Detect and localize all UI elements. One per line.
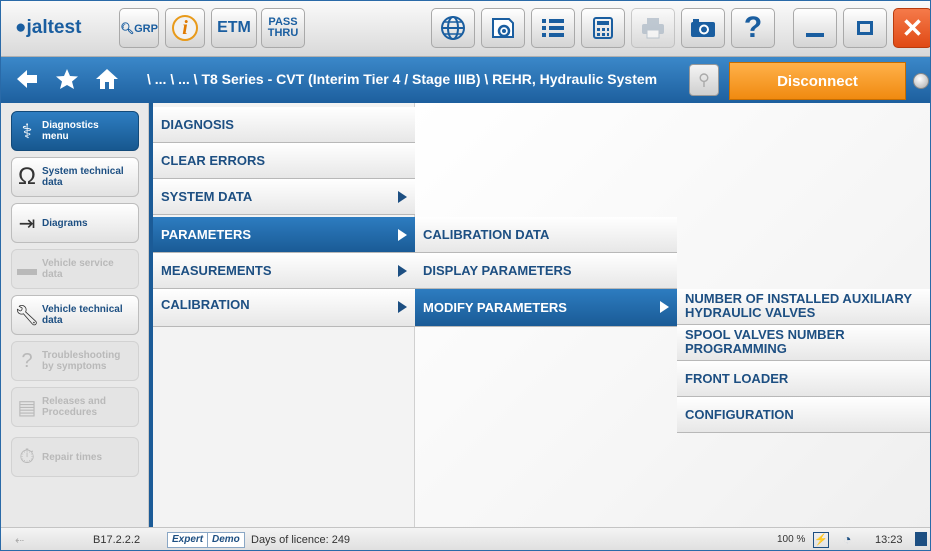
sidebar-item-label: Repair times bbox=[42, 451, 103, 463]
sidebar-item-label: Vehicle technical data bbox=[42, 304, 123, 326]
oil-can-icon: ▬ bbox=[17, 257, 37, 280]
breadcrumb: \ ... \ ... \ T8 Series - CVT (Interim T… bbox=[147, 71, 658, 87]
stopwatch-icon: ⏱ bbox=[19, 445, 35, 468]
list-icon bbox=[542, 19, 564, 37]
menu-item-number-of-installed-auxiliary-hydraulic-valves[interactable]: NUMBER OF INSTALLED AUXILIARY HYDRAULIC V… bbox=[677, 289, 930, 325]
pass-thru-button[interactable]: PASS THRU bbox=[261, 8, 305, 48]
version-label: B17.2.2.2 bbox=[93, 534, 141, 546]
chevron-right-icon bbox=[398, 191, 407, 203]
app-window: ●jaltest 🔍︎GRP i ETM PASS THRU ? ✕ \ ...… bbox=[0, 0, 931, 551]
disconnect-button[interactable]: Disconnect bbox=[729, 62, 906, 100]
sidebar-item-label: Troubleshooting by symptoms bbox=[42, 350, 121, 372]
print-button[interactable] bbox=[631, 8, 675, 48]
zoom-level: 100 % bbox=[777, 534, 806, 545]
jaltest-logo: ●jaltest bbox=[15, 17, 82, 38]
minimize-icon bbox=[806, 33, 824, 37]
web-button[interactable] bbox=[431, 8, 475, 48]
menu-item-spool-valves-number-programming[interactable]: SPOOL VALVES NUMBER PROGRAMMING bbox=[677, 325, 930, 361]
chevron-right-icon bbox=[398, 265, 407, 277]
sidebar-item-label: Releases and Procedures bbox=[42, 396, 106, 418]
menu-item-parameters[interactable]: PARAMETERS bbox=[153, 217, 415, 253]
menu-item-configuration[interactable]: CONFIGURATION bbox=[677, 397, 930, 433]
status-bar: ⇠ B17.2.2.2 Expert Demo Days of licence:… bbox=[1, 527, 930, 550]
calendar-icon bbox=[915, 532, 927, 546]
calculator-button[interactable] bbox=[581, 8, 625, 48]
back-arrow-icon[interactable] bbox=[15, 68, 39, 95]
sidebar-item-label: System technical data bbox=[42, 166, 124, 188]
sidebar-item-troubleshooting[interactable]: ? Troubleshooting by symptoms bbox=[11, 341, 139, 381]
usb-icon: ⇠ bbox=[15, 535, 25, 547]
maximize-icon bbox=[857, 21, 873, 35]
stethoscope-icon: ⚕ bbox=[21, 120, 33, 143]
menu-item-diagnosis[interactable]: DIAGNOSIS bbox=[153, 107, 415, 143]
info-icon: i bbox=[172, 15, 198, 41]
etm-button[interactable]: ETM bbox=[211, 8, 257, 48]
menu-item-calibration-data[interactable]: CALIBRATION DATA bbox=[415, 217, 677, 253]
wrench-gear-icon: 🔧︎ bbox=[14, 304, 40, 327]
sidebar-item-diagnostics-menu[interactable]: ⚕ Diagnostics menu bbox=[11, 111, 139, 151]
plug-icon: ⚲ bbox=[698, 72, 710, 89]
battery-icon: ⚡ bbox=[813, 532, 829, 548]
favorites-star-icon[interactable] bbox=[55, 68, 79, 95]
chevron-right-icon bbox=[398, 229, 407, 241]
calculator-icon bbox=[593, 17, 613, 39]
sidebar-item-repair-times[interactable]: ⏱ Repair times bbox=[11, 437, 139, 477]
menu-item-calibration[interactable]: CALIBRATION bbox=[153, 289, 415, 327]
grp-label: 🔍︎GRP bbox=[120, 22, 158, 35]
close-button[interactable]: ✕ bbox=[893, 8, 930, 48]
preview-button[interactable] bbox=[481, 8, 525, 48]
menu-item-front-loader[interactable]: FRONT LOADER bbox=[677, 361, 930, 397]
menu-item-clear-errors[interactable]: CLEAR ERRORS bbox=[153, 143, 415, 179]
camera-icon bbox=[691, 19, 715, 37]
eye-icon bbox=[492, 18, 514, 38]
clock-time: 13:23 bbox=[875, 534, 903, 546]
sidebar-item-system-technical-data[interactable]: Ω System technical data bbox=[11, 157, 139, 197]
diagram-icon: ⇥ bbox=[18, 212, 36, 235]
document-gear-icon: ▤ bbox=[17, 396, 37, 419]
menu-item-modify-parameters[interactable]: MODIFY PARAMETERS bbox=[415, 289, 677, 327]
menu-item-system-data[interactable]: SYSTEM DATA bbox=[153, 179, 415, 215]
chevron-right-icon bbox=[660, 301, 669, 313]
web-icon bbox=[441, 16, 465, 40]
pass-thru-label: PASS THRU bbox=[267, 16, 299, 39]
connector-button[interactable]: ⚲ bbox=[689, 64, 719, 96]
camera-button[interactable] bbox=[681, 8, 725, 48]
sidebar-item-releases-and-procedures[interactable]: ▤ Releases and Procedures bbox=[11, 387, 139, 427]
sidebar-item-label: Diagrams bbox=[42, 217, 88, 229]
sidebar-item-vehicle-service-data[interactable]: ▬ Vehicle service data bbox=[11, 249, 139, 289]
sidebar-item-label: Diagnostics menu bbox=[42, 120, 99, 142]
maximize-button[interactable] bbox=[843, 8, 887, 48]
minimize-button[interactable] bbox=[793, 8, 837, 48]
sidebar-item-diagrams[interactable]: ⇥ Diagrams bbox=[11, 203, 139, 243]
chevron-right-icon bbox=[398, 301, 407, 313]
info-button[interactable]: i bbox=[165, 8, 205, 48]
wifi-icon: ◔ bbox=[843, 531, 852, 547]
grp-button[interactable]: 🔍︎GRP bbox=[119, 8, 159, 48]
home-icon[interactable] bbox=[95, 68, 119, 95]
menu-item-display-parameters[interactable]: DISPLAY PARAMETERS bbox=[415, 253, 677, 289]
help-icon: ? bbox=[743, 11, 763, 44]
sidebar-item-label: Vehicle service data bbox=[42, 258, 114, 280]
print-icon bbox=[642, 18, 664, 39]
demo-mode-badge: Demo bbox=[207, 532, 245, 548]
licence-days-label: Days of licence: 249 bbox=[251, 534, 351, 546]
menu-item-measurements[interactable]: MEASUREMENTS bbox=[153, 253, 415, 289]
sidebar: ⚕ Diagnostics menu Ω System technical data… bbox=[1, 103, 149, 527]
question-wrench-icon: ? bbox=[21, 349, 33, 372]
sidebar-item-vehicle-technical-data[interactable]: 🔧︎ Vehicle technical data bbox=[11, 295, 139, 335]
omega-icon: Ω bbox=[18, 163, 36, 190]
etm-label: ETM bbox=[217, 19, 251, 36]
expert-mode-badge: Expert bbox=[167, 532, 209, 548]
top-toolbar: ●jaltest 🔍︎GRP i ETM PASS THRU ? ✕ bbox=[1, 1, 930, 57]
close-icon: ✕ bbox=[901, 12, 924, 43]
list-button[interactable] bbox=[531, 8, 575, 48]
help-button[interactable]: ? bbox=[731, 8, 775, 48]
connection-status-led bbox=[913, 73, 929, 89]
